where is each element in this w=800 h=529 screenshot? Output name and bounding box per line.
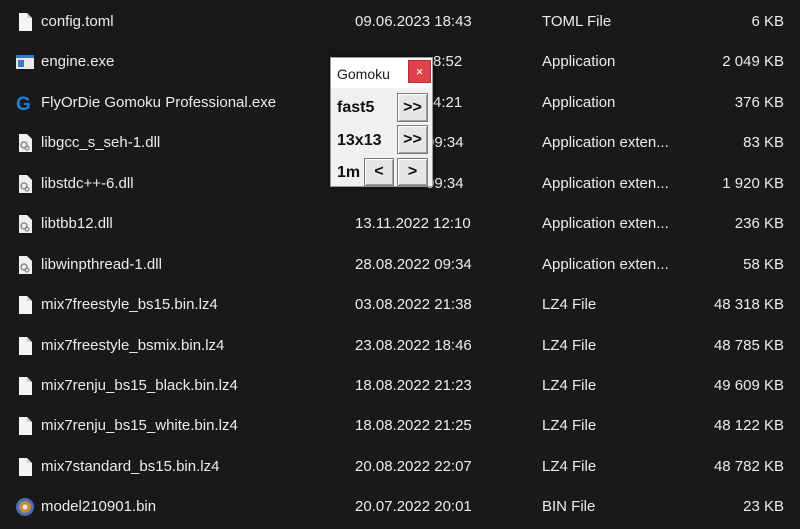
file-type: Application exten... xyxy=(542,256,669,273)
board-size-value: 13x13 xyxy=(337,132,382,149)
file-name: libwinpthread-1.dll xyxy=(41,256,162,273)
dll-icon xyxy=(15,133,35,153)
file-size: 2 049 KB xyxy=(722,53,784,70)
file-type: LZ4 File xyxy=(542,458,597,475)
file-size: 49 609 KB xyxy=(713,377,784,394)
file-name: config.toml xyxy=(41,13,114,30)
time-next-button[interactable]: > xyxy=(397,158,428,186)
gomoku-window: Gomoku × fast5 >> 13x13 >> 1m < > xyxy=(330,57,433,187)
file-row[interactable]: libwinpthread-1.dll 28.08.2022 09:34 App… xyxy=(0,245,800,285)
document-icon xyxy=(15,457,35,477)
file-row[interactable]: libtbb12.dll 13.11.2022 12:10 Applicatio… xyxy=(0,204,800,244)
file-date: 20.08.2022 22:07 xyxy=(355,458,472,475)
time-control-value: 1m xyxy=(337,164,361,181)
file-row[interactable]: config.toml 09.06.2023 18:43 TOML File 6… xyxy=(0,2,800,42)
file-date: 13.11.2022 12:10 xyxy=(355,215,471,232)
bin-media-icon xyxy=(15,497,35,517)
file-size: 83 KB xyxy=(743,134,784,151)
file-type: BIN File xyxy=(542,498,596,515)
file-row[interactable]: mix7freestyle_bs15.bin.lz4 03.08.2022 21… xyxy=(0,285,800,325)
file-size: 236 KB xyxy=(734,215,784,232)
close-button[interactable]: × xyxy=(408,60,431,83)
file-size: 1 920 KB xyxy=(722,175,784,192)
gomoku-title: Gomoku xyxy=(337,66,390,82)
file-size: 48 782 KB xyxy=(713,458,784,475)
rule-next-button[interactable]: >> xyxy=(397,93,428,122)
dll-icon xyxy=(15,214,35,234)
document-icon xyxy=(15,12,35,32)
file-type: Application xyxy=(542,94,616,111)
file-date: 23.08.2022 18:46 xyxy=(355,337,472,354)
file-name: engine.exe xyxy=(41,53,115,70)
document-icon xyxy=(15,336,35,356)
file-date: 18.08.2022 21:25 xyxy=(355,417,472,434)
file-row[interactable]: mix7renju_bs15_black.bin.lz4 18.08.2022 … xyxy=(0,366,800,406)
file-type: LZ4 File xyxy=(542,337,597,354)
file-size: 48 785 KB xyxy=(713,337,784,354)
file-type: Application exten... xyxy=(542,134,669,151)
exe-icon xyxy=(15,52,35,72)
file-type: TOML File xyxy=(542,13,612,30)
file-row[interactable]: mix7standard_bs15.bin.lz4 20.08.2022 22:… xyxy=(0,447,800,487)
gomoku-app-icon: G xyxy=(15,93,35,115)
file-row[interactable]: mix7renju_bs15_white.bin.lz4 18.08.2022 … xyxy=(0,406,800,446)
file-size: 376 KB xyxy=(734,94,784,111)
file-type: Application exten... xyxy=(542,175,669,192)
file-name: mix7renju_bs15_white.bin.lz4 xyxy=(41,417,238,434)
file-date: 20.07.2022 20:01 xyxy=(355,498,472,515)
file-name: FlyOrDie Gomoku Professional.exe xyxy=(41,94,277,111)
gomoku-titlebar[interactable]: Gomoku × xyxy=(331,58,432,88)
file-name: libgcc_s_seh-1.dll xyxy=(41,134,161,151)
file-size: 48 318 KB xyxy=(713,296,784,313)
file-date: 09.06.2023 18:43 xyxy=(355,13,472,30)
file-size: 48 122 KB xyxy=(713,417,784,434)
svg-text:G: G xyxy=(16,94,31,113)
file-date: 03.08.2022 21:38 xyxy=(355,296,472,313)
document-icon xyxy=(15,416,35,436)
file-name: model210901.bin xyxy=(41,498,157,515)
file-date: 8:52 xyxy=(433,53,463,70)
file-date: 28.08.2022 09:34 xyxy=(355,256,472,273)
file-type: LZ4 File xyxy=(542,417,597,434)
file-name: mix7renju_bs15_black.bin.lz4 xyxy=(41,377,238,394)
file-type: LZ4 File xyxy=(542,296,597,313)
document-icon xyxy=(15,376,35,396)
file-size: 6 KB xyxy=(751,13,784,30)
document-icon xyxy=(15,295,35,315)
file-name: mix7standard_bs15.bin.lz4 xyxy=(41,458,220,475)
file-name: mix7freestyle_bsmix.bin.lz4 xyxy=(41,337,225,354)
dll-icon xyxy=(15,255,35,275)
file-date: 4:21 xyxy=(433,94,463,111)
file-name: libtbb12.dll xyxy=(41,215,113,232)
time-prev-button[interactable]: < xyxy=(364,158,394,186)
file-type: Application exten... xyxy=(542,215,669,232)
file-date: 18.08.2022 21:23 xyxy=(355,377,472,394)
rule-value: fast5 xyxy=(337,99,375,116)
file-row[interactable]: model210901.bin 20.07.2022 20:01 BIN Fil… xyxy=(0,487,800,527)
file-size: 23 KB xyxy=(743,498,784,515)
file-row[interactable]: mix7freestyle_bsmix.bin.lz4 23.08.2022 1… xyxy=(0,326,800,366)
board-size-next-button[interactable]: >> xyxy=(397,125,428,154)
file-name: mix7freestyle_bs15.bin.lz4 xyxy=(41,296,218,313)
file-name: libstdc++-6.dll xyxy=(41,175,134,192)
file-type: Application xyxy=(542,53,616,70)
file-type: LZ4 File xyxy=(542,377,597,394)
file-size: 58 KB xyxy=(743,256,784,273)
dll-icon xyxy=(15,174,35,194)
